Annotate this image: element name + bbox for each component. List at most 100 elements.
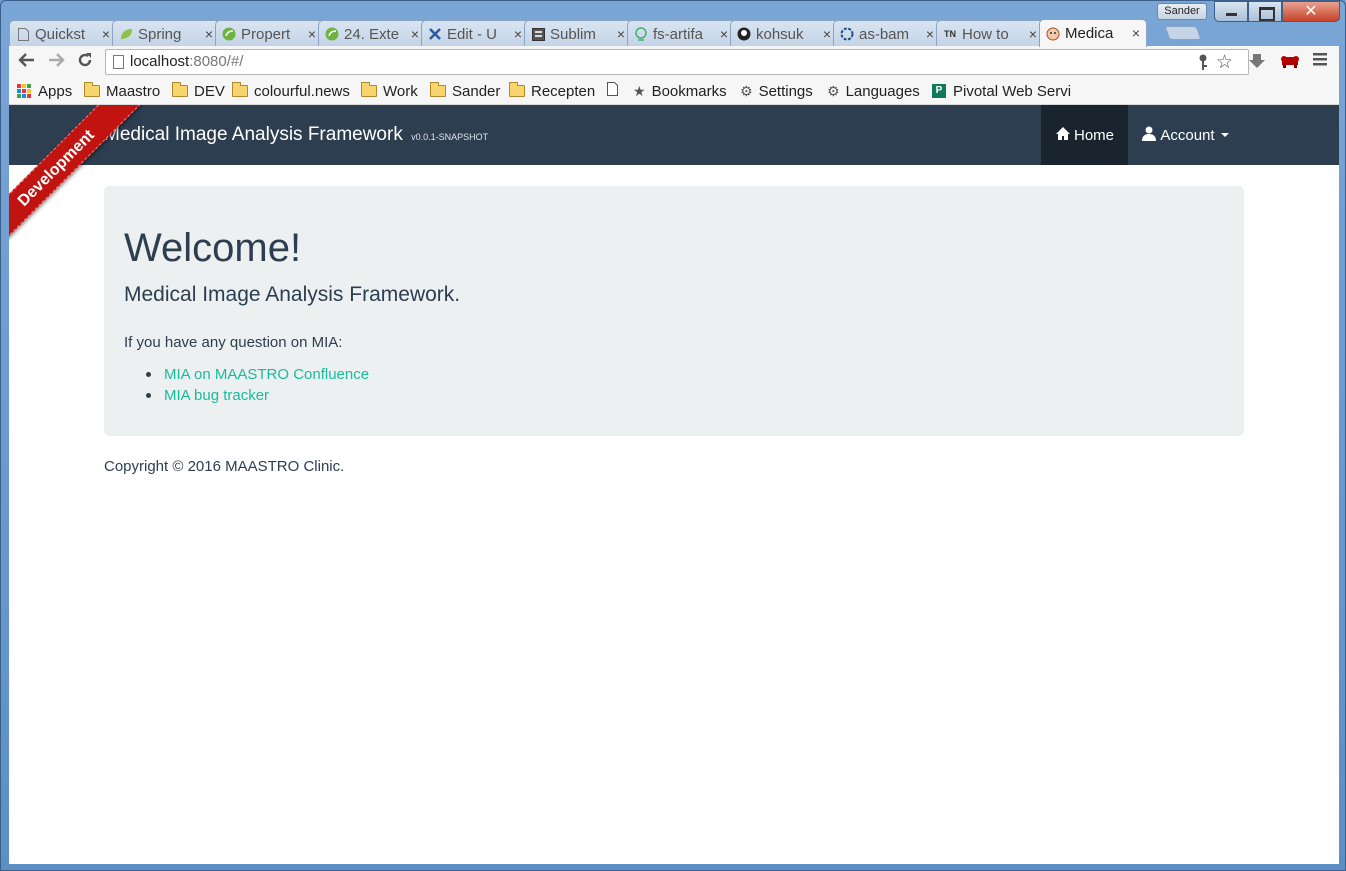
bookmark-folder-dev[interactable]: DEV <box>172 81 225 101</box>
home-icon <box>1055 126 1074 145</box>
forward-arrow-icon[interactable] <box>45 51 67 73</box>
caret-down-icon <box>1220 133 1229 137</box>
bookmark-label: DEV <box>194 82 225 100</box>
browser-window: Sander ✕ Quickst × Spring × Propert × 24… <box>0 0 1346 871</box>
tab-24-externalized[interactable]: 24. Exte × <box>318 20 426 47</box>
new-tab-button[interactable] <box>1164 26 1202 40</box>
folder-icon <box>430 82 446 97</box>
tab-kohsuke[interactable]: kohsuk × <box>730 20 838 47</box>
extension-download-icon[interactable] <box>1247 51 1267 76</box>
folder-icon <box>361 82 377 97</box>
minimize-button[interactable] <box>1214 1 1248 22</box>
bookmarks-bar: Apps Maastro DEV colourful.news Work San… <box>9 78 1339 105</box>
tab-label: 24. Exte <box>344 25 400 43</box>
tab-close-icon[interactable]: × <box>926 26 934 42</box>
bookmark-settings[interactable]: ⚙ Settings <box>740 81 813 101</box>
gear-icon: ⚙ <box>740 82 753 99</box>
tab-close-icon[interactable]: × <box>514 26 522 42</box>
tab-label: as-bam <box>859 25 910 43</box>
reload-icon[interactable] <box>74 51 96 73</box>
spring-leaf-icon <box>119 27 133 41</box>
bookmark-label: colourful.news <box>254 82 350 100</box>
tab-spring[interactable]: Spring × <box>112 20 220 47</box>
bookmark-star-icon[interactable]: ☆ <box>1216 51 1233 75</box>
bookmark-label: Pivotal Web Servi <box>953 82 1072 100</box>
tab-edit[interactable]: Edit - U × <box>421 20 529 47</box>
tab-close-icon[interactable]: × <box>1029 26 1037 42</box>
tab-how-to[interactable]: TN How to × <box>936 20 1044 47</box>
tab-label: Medica <box>1065 25 1114 42</box>
bookmark-folder-colourful-news[interactable]: colourful.news <box>232 81 350 101</box>
tab-close-icon[interactable]: × <box>411 26 419 42</box>
tab-close-icon[interactable]: × <box>1132 25 1140 41</box>
bookmark-label: Bookmarks <box>651 82 727 100</box>
address-bar[interactable]: localhost:8080/#/ ☆ <box>105 49 1249 75</box>
bookmark-folder-recepten[interactable]: Recepten <box>509 81 595 101</box>
atlassian-icon <box>840 27 854 41</box>
tab-as-bamboo[interactable]: as-bam × <box>833 20 941 47</box>
list-item: MIA bug tracker <box>144 385 369 406</box>
welcome-jumbotron: Welcome! Medical Image Analysis Framewor… <box>104 186 1244 436</box>
bookmark-bookmarks[interactable]: ★ Bookmarks <box>633 81 727 101</box>
nav-account-label: Account <box>1160 126 1215 144</box>
bug-tracker-link[interactable]: MIA bug tracker <box>164 387 269 404</box>
tab-fs-artifact[interactable]: fs-artifa × <box>627 20 735 47</box>
extension-couch-icon[interactable] <box>1279 51 1301 74</box>
artifact-icon <box>634 27 648 41</box>
folder-icon <box>172 82 188 97</box>
tab-properties[interactable]: Propert × <box>215 20 323 47</box>
bookmark-folder-sander[interactable]: Sander <box>430 81 500 101</box>
bookmark-apps[interactable]: Apps <box>17 81 72 101</box>
maximize-button[interactable] <box>1248 1 1282 22</box>
nav-home[interactable]: Home <box>1041 105 1128 165</box>
bookmark-label: Sander <box>452 82 501 100</box>
user-icon <box>1142 126 1160 145</box>
tab-close-icon[interactable]: × <box>205 26 213 42</box>
tab-label: kohsuk <box>756 25 804 43</box>
app-navbar: Medical Image Analysis Framework v0.0.1-… <box>9 105 1339 165</box>
tab-label: Quickst <box>35 25 86 43</box>
tab-label: Spring <box>138 25 182 43</box>
folder-icon <box>509 82 525 97</box>
gear-icon: ⚙ <box>827 82 840 99</box>
medical-icon <box>1046 27 1060 41</box>
menu-hamburger-icon[interactable] <box>1313 51 1327 71</box>
tab-label: fs-artifa <box>653 25 704 43</box>
tab-close-icon[interactable]: × <box>720 26 728 42</box>
tab-close-icon[interactable]: × <box>308 26 316 42</box>
apps-grid-icon <box>17 84 31 98</box>
footer-copyright: Copyright © 2016 MAASTRO Clinic. <box>104 458 345 475</box>
app-brand[interactable]: Medical Image Analysis Framework v0.0.1-… <box>104 124 488 146</box>
bookmark-folder-maastro[interactable]: Maastro <box>84 81 160 101</box>
tab-close-icon[interactable]: × <box>617 26 625 42</box>
page-icon <box>113 55 124 69</box>
page-subtitle: Medical Image Analysis Framework. <box>124 283 461 306</box>
tab-quickstart[interactable]: Quickst × <box>9 20 117 47</box>
bookmark-languages[interactable]: ⚙ Languages <box>827 81 920 101</box>
nav-account-dropdown[interactable]: Account <box>1128 105 1243 165</box>
bookmark-pivotal[interactable]: P Pivotal Web Servi <box>932 81 1072 101</box>
tab-label: Edit - U <box>447 25 498 43</box>
page-icon <box>16 27 30 41</box>
tab-close-icon[interactable]: × <box>823 26 831 42</box>
spring-icon <box>222 27 236 41</box>
pivotal-icon: P <box>932 84 946 98</box>
tab-label: Sublim <box>550 25 596 43</box>
github-icon <box>737 27 751 41</box>
intro-text: If you have any question on MIA: <box>124 334 343 351</box>
tab-close-icon[interactable]: × <box>102 26 110 42</box>
bookmark-page[interactable] <box>607 81 618 101</box>
tab-medical-active[interactable]: Medica × <box>1039 19 1147 47</box>
bookmark-folder-work[interactable]: Work <box>361 81 418 101</box>
tab-sublime[interactable]: Sublim × <box>524 20 632 47</box>
close-window-button[interactable]: ✕ <box>1282 1 1340 22</box>
dev-ribbon-container: Development <box>9 105 149 245</box>
key-icon[interactable] <box>1197 54 1209 80</box>
page-viewport: Medical Image Analysis Framework v0.0.1-… <box>9 105 1339 864</box>
tools-icon <box>428 27 442 41</box>
development-ribbon: Development <box>9 105 141 245</box>
tab-label: Propert <box>241 25 291 43</box>
back-arrow-icon[interactable] <box>16 51 38 73</box>
tn-icon: TN <box>944 29 956 39</box>
confluence-link[interactable]: MIA on MAASTRO Confluence <box>164 366 369 383</box>
